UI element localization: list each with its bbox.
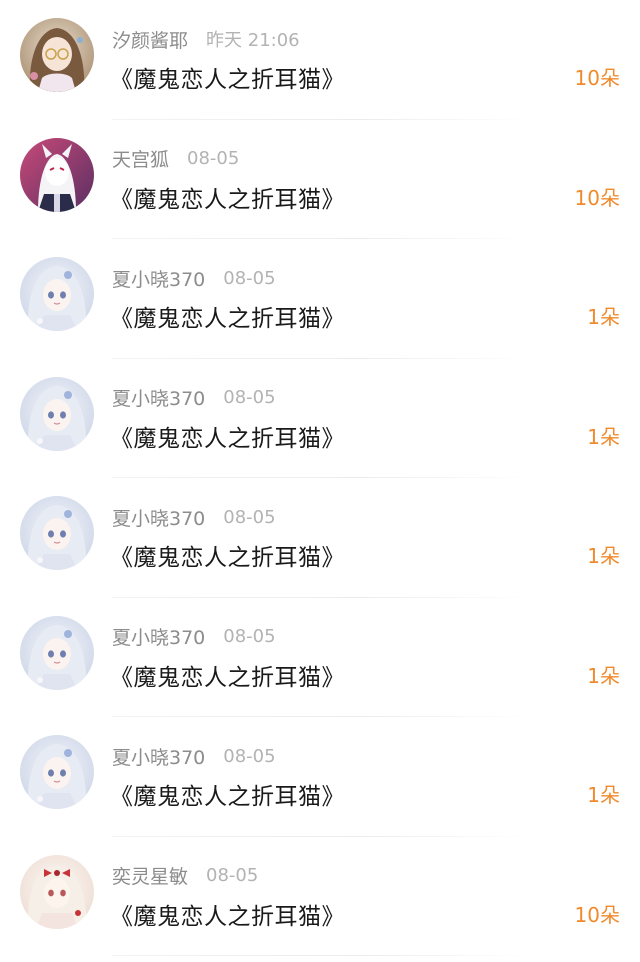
timestamp: 08-05 xyxy=(223,745,276,767)
item-title[interactable]: 《魔鬼恋人之折耳猫》 xyxy=(110,897,345,931)
list-item[interactable]: 夏小晓370 08-05 《魔鬼恋人之折耳猫》 1朵 xyxy=(0,717,640,837)
list-item[interactable]: 夏小晓370 08-05 《魔鬼恋人之折耳猫》 1朵 xyxy=(0,359,640,478)
white-hair-girl-avatar-icon xyxy=(20,257,94,331)
timestamp: 08-05 xyxy=(223,626,276,647)
gift-count: 1朵 xyxy=(587,783,620,807)
list-item[interactable]: 汐颜酱耶 昨天 21:06 《魔鬼恋人之折耳猫》 10朵 xyxy=(0,0,640,120)
divider xyxy=(112,955,530,956)
timestamp: 08-05 xyxy=(206,865,259,886)
avatar[interactable] xyxy=(20,18,94,92)
item-title[interactable]: 《魔鬼恋人之折耳猫》 xyxy=(110,658,345,692)
list-item[interactable]: 夏小晓370 08-05 《魔鬼恋人之折耳猫》 1朵 xyxy=(0,239,640,359)
item-title[interactable]: 《魔鬼恋人之折耳猫》 xyxy=(110,180,345,214)
fox-mask-avatar-icon xyxy=(20,137,94,212)
gift-record-list: 汐颜酱耶 昨天 21:06 《魔鬼恋人之折耳猫》 10朵 天宫狐 08-05 《… xyxy=(0,0,640,962)
red-bow-girl-avatar-icon xyxy=(20,854,94,929)
gift-count: 10朵 xyxy=(574,902,620,927)
avatar[interactable] xyxy=(20,137,94,212)
timestamp: 昨天 21:06 xyxy=(206,30,300,51)
avatar[interactable] xyxy=(20,735,94,809)
gift-count: 10朵 xyxy=(574,66,620,90)
item-title[interactable]: 《魔鬼恋人之折耳猫》 xyxy=(110,419,345,453)
item-title[interactable]: 《魔鬼恋人之折耳猫》 xyxy=(110,538,345,572)
list-item[interactable]: 天宫狐 08-05 《魔鬼恋人之折耳猫》 10朵 xyxy=(0,120,640,239)
timestamp: 08-05 xyxy=(187,148,240,169)
username[interactable]: 夏小晓370 xyxy=(112,743,205,770)
username[interactable]: 夏小晓370 xyxy=(112,623,205,650)
avatar[interactable] xyxy=(20,615,94,690)
avatar[interactable] xyxy=(20,496,94,570)
list-item[interactable]: 奕灵星敏 08-05 《魔鬼恋人之折耳猫》 10朵 xyxy=(0,837,640,956)
gift-count: 1朵 xyxy=(587,663,620,688)
item-title[interactable]: 《魔鬼恋人之折耳猫》 xyxy=(110,60,345,94)
timestamp: 08-05 xyxy=(223,506,276,528)
gift-count: 1朵 xyxy=(587,424,620,449)
username[interactable]: 天宫狐 xyxy=(112,145,169,172)
white-hair-girl-avatar-icon xyxy=(20,615,94,690)
avatar[interactable] xyxy=(20,854,94,929)
timestamp: 08-05 xyxy=(223,387,276,408)
username[interactable]: 夏小晓370 xyxy=(112,384,205,411)
avatar[interactable] xyxy=(20,257,94,331)
gift-count: 1朵 xyxy=(587,305,620,329)
username[interactable]: 奕灵星敏 xyxy=(112,862,188,889)
white-hair-girl-avatar-icon xyxy=(20,496,94,570)
timestamp: 08-05 xyxy=(223,267,276,289)
username[interactable]: 夏小晓370 xyxy=(112,265,205,292)
username[interactable]: 夏小晓370 xyxy=(112,504,205,531)
white-hair-girl-avatar-icon xyxy=(20,735,94,809)
username[interactable]: 汐颜酱耶 xyxy=(112,26,188,53)
item-title[interactable]: 《魔鬼恋人之折耳猫》 xyxy=(110,777,345,811)
item-title[interactable]: 《魔鬼恋人之折耳猫》 xyxy=(110,299,345,333)
list-item[interactable]: 夏小晓370 08-05 《魔鬼恋人之折耳猫》 1朵 xyxy=(0,478,640,598)
avatar[interactable] xyxy=(20,376,94,451)
gift-count: 10朵 xyxy=(574,185,620,210)
girl-glasses-avatar-icon xyxy=(20,18,94,92)
gift-count: 1朵 xyxy=(587,544,620,568)
list-item[interactable]: 夏小晓370 08-05 《魔鬼恋人之折耳猫》 1朵 xyxy=(0,598,640,717)
white-hair-girl-avatar-icon xyxy=(20,376,94,451)
